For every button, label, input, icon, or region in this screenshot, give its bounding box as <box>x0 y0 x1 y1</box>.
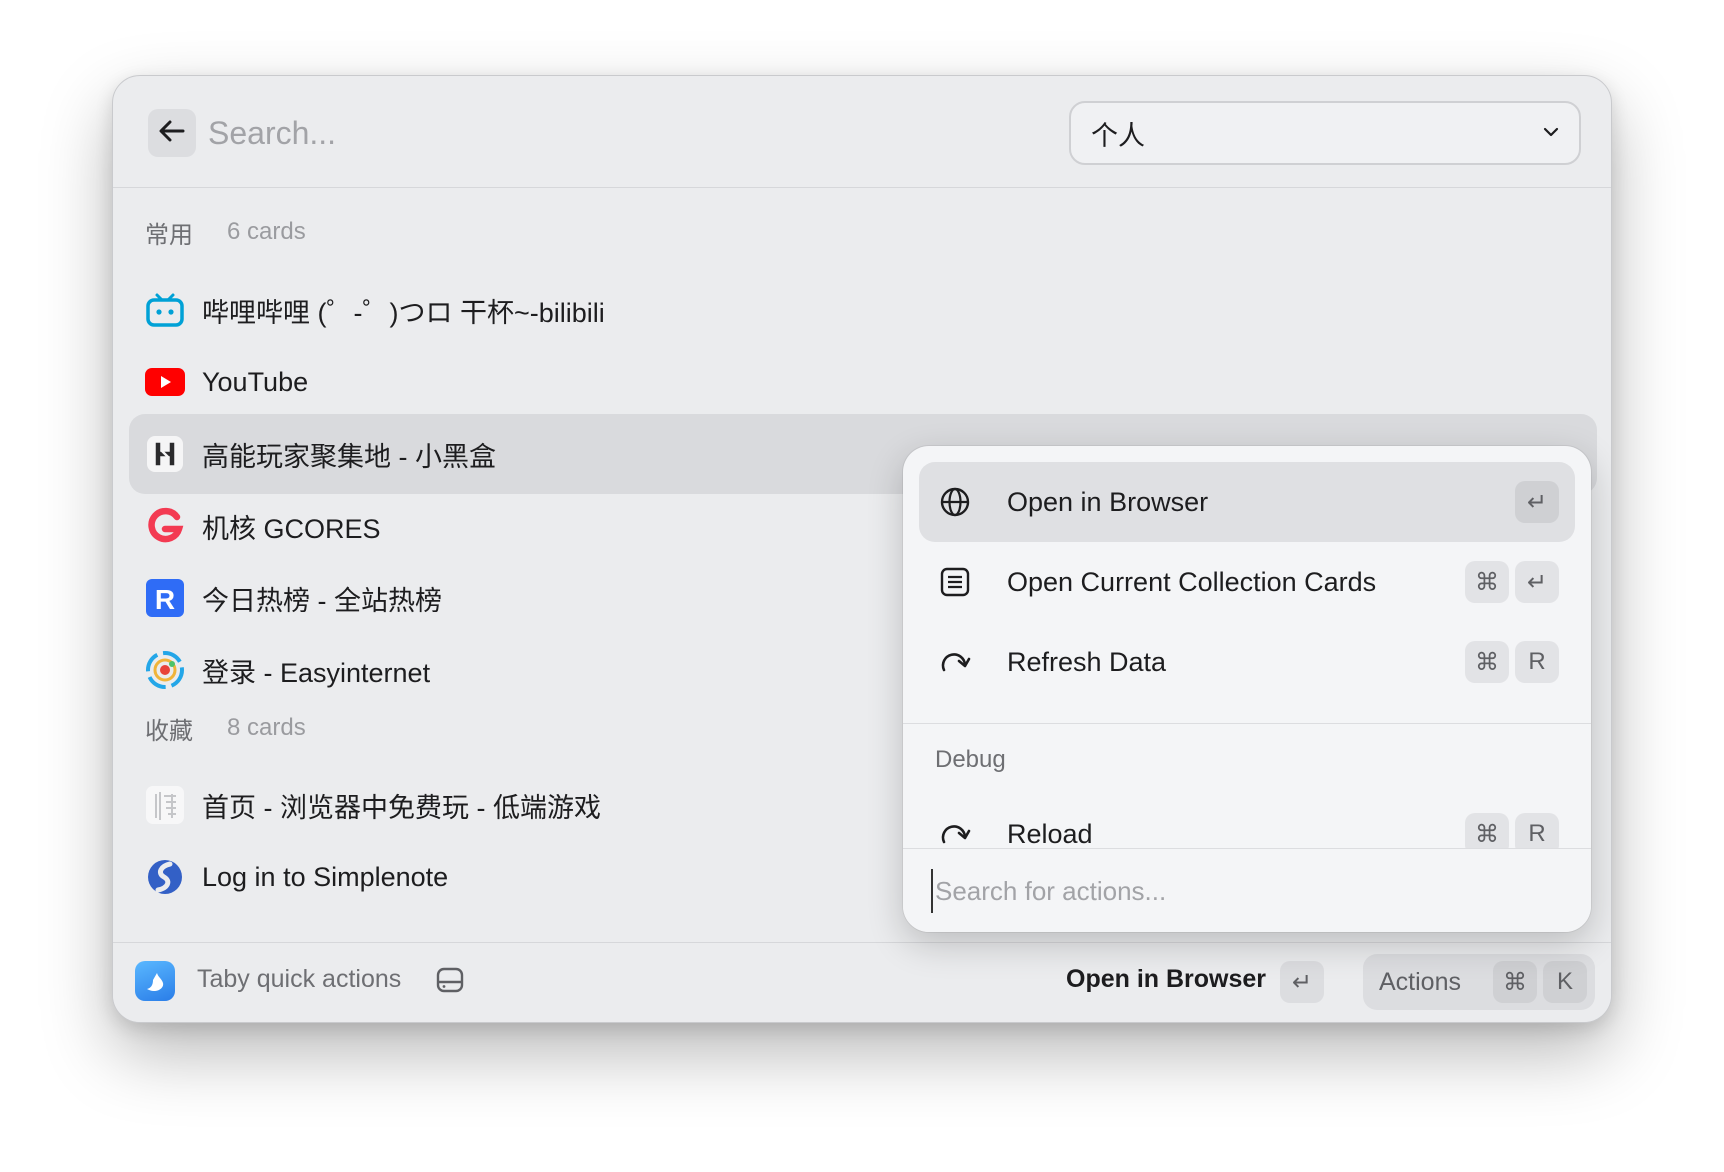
collection-select-value: 个人 <box>1091 120 1145 151</box>
section-title: 常用 <box>145 221 193 249</box>
action-reload[interactable]: Reload ⌘ R <box>919 794 1575 848</box>
bilibili-icon <box>145 290 185 330</box>
actions-button[interactable]: Actions ⌘ K <box>1363 954 1595 1010</box>
r-key-hint: R <box>1515 641 1559 683</box>
chevron-down-icon <box>1543 124 1559 142</box>
actions-search-bar <box>903 848 1591 932</box>
command-key-hint: ⌘ <box>1465 813 1509 848</box>
action-open-in-browser[interactable]: Open in Browser ↵ <box>919 462 1575 542</box>
gcores-icon <box>145 506 185 546</box>
debug-section-title: Debug <box>935 746 1006 773</box>
section-count: 8 cards <box>227 714 306 741</box>
footer-primary-action[interactable]: Open in Browser <box>1066 965 1266 994</box>
enter-key-hint: ↵ <box>1515 481 1559 523</box>
list-item-label: 登录 - Easyinternet <box>202 657 431 688</box>
section-count: 6 cards <box>227 218 306 245</box>
taby-app-icon <box>135 961 175 1001</box>
actions-search-input[interactable] <box>931 869 1551 913</box>
actions-list: Open in Browser ↵ Open Current Collectio… <box>903 446 1591 848</box>
list-icon <box>937 564 973 600</box>
collection-select[interactable]: 个人 <box>1069 101 1581 165</box>
globe-icon <box>937 484 973 520</box>
back-button[interactable] <box>148 109 196 157</box>
arrow-left-icon <box>159 120 185 147</box>
footer-app-title: Taby quick actions <box>197 965 402 993</box>
action-label: Refresh Data <box>1007 646 1167 677</box>
command-key-hint: ⌘ <box>1493 961 1537 1003</box>
footer: Taby quick actions Open in Browser ↵ Act… <box>113 942 1611 1022</box>
list-item-label: 首页 - 浏览器中免费玩 - 低端游戏 <box>202 792 601 823</box>
search-input[interactable] <box>208 106 1008 160</box>
svg-text:R: R <box>155 584 175 615</box>
section-header: 常用 6 cards <box>145 212 306 252</box>
action-label: Reload <box>1007 818 1093 849</box>
k-key-hint: K <box>1543 961 1587 1003</box>
command-key-hint: ⌘ <box>1465 641 1509 683</box>
actions-popup: Open in Browser ↵ Open Current Collectio… <box>903 446 1591 932</box>
action-label: Open in Browser <box>1007 486 1209 517</box>
actions-button-label: Actions <box>1379 967 1461 996</box>
tophub-icon: R <box>145 578 185 618</box>
enter-key-hint: ↵ <box>1280 961 1324 1003</box>
header: 个人 <box>113 76 1611 188</box>
command-key-hint: ⌘ <box>1465 561 1509 603</box>
list-item-label: 机核 GCORES <box>202 513 381 544</box>
easyinternet-icon <box>145 650 185 690</box>
youtube-icon <box>145 362 185 402</box>
r-key-hint: R <box>1515 813 1559 848</box>
section-header: 收藏 8 cards <box>145 708 306 748</box>
hard-drive-icon[interactable] <box>435 965 465 1000</box>
refresh-icon <box>937 644 973 680</box>
list-item-label: 今日热榜 - 全站热榜 <box>202 585 442 616</box>
list-item-label: Log in to Simplenote <box>202 861 449 892</box>
lowend-games-icon <box>145 785 185 825</box>
action-refresh-data[interactable]: Refresh Data ⌘ R <box>919 622 1575 702</box>
taby-window: 个人 常用 6 cards 哔哩哔哩 (゜-゜)つロ 干杯~-bilibili <box>112 75 1612 1023</box>
list-item-label: 高能玩家聚集地 - 小黑盒 <box>202 441 496 472</box>
action-open-collection-cards[interactable]: Open Current Collection Cards ⌘ ↵ <box>919 542 1575 622</box>
list-item-label: YouTube <box>202 366 309 397</box>
simplenote-icon <box>145 857 185 897</box>
enter-key-hint: ↵ <box>1515 561 1559 603</box>
list-item-label: 哔哩哔哩 (゜-゜)つロ 干杯~-bilibili <box>202 297 605 328</box>
list-item[interactable]: YouTube <box>129 342 1597 422</box>
action-label: Open Current Collection Cards <box>1007 566 1377 597</box>
section-title: 收藏 <box>145 717 193 745</box>
xiaoheihe-icon <box>145 434 185 474</box>
list-item[interactable]: 哔哩哔哩 (゜-゜)つロ 干杯~-bilibili <box>129 270 1597 350</box>
reload-icon <box>937 816 973 848</box>
divider <box>903 723 1591 724</box>
